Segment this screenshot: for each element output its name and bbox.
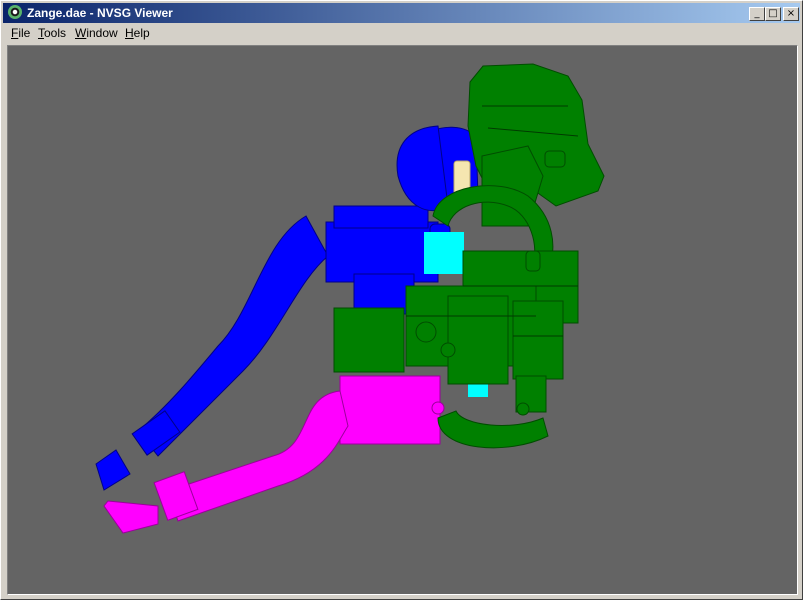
model-render: [95, 63, 605, 534]
menu-help-label: elp: [133, 26, 150, 40]
title-bar[interactable]: Zange.dae - NVSG Viewer _ □ ×: [3, 3, 800, 23]
maximize-button[interactable]: □: [765, 7, 781, 21]
menu-help[interactable]: Help: [125, 26, 150, 40]
menu-window-label: indow: [86, 26, 118, 40]
menu-file-label: ile: [18, 26, 31, 40]
menu-help-accel: H: [125, 26, 134, 40]
menu-window-accel: W: [75, 26, 87, 40]
menu-bar: File Tools Window Help: [3, 24, 800, 43]
app-icon[interactable]: [8, 5, 22, 19]
menu-file[interactable]: File: [11, 26, 30, 40]
window-title: Zange.dae - NVSG Viewer: [27, 6, 173, 20]
menu-tools-label: ools: [44, 26, 67, 40]
menu-window[interactable]: Window: [75, 26, 118, 40]
magenta-arm: [103, 375, 445, 534]
menu-tools[interactable]: Tools: [38, 26, 66, 40]
application-window: Zange.dae - NVSG Viewer _ □ × File Tools…: [0, 0, 803, 600]
3d-viewport[interactable]: [7, 45, 798, 595]
minimize-button[interactable]: _: [749, 7, 765, 21]
cyan-part: [424, 232, 464, 274]
close-button[interactable]: ×: [783, 7, 799, 21]
